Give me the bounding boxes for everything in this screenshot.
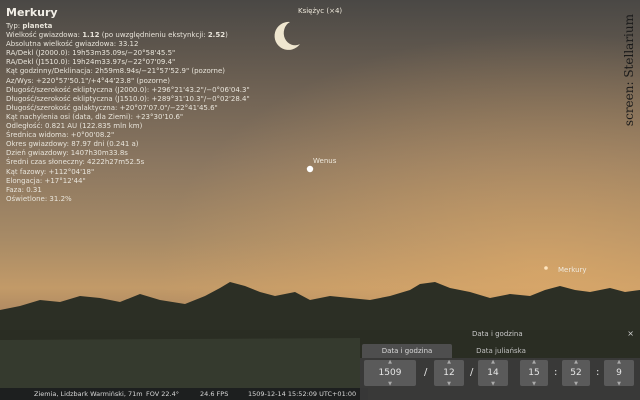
day-spinbox[interactable]: ▲ 14 ▼ — [478, 359, 508, 387]
year-spinbox[interactable]: ▲ 1509 ▼ — [364, 359, 416, 387]
date-separator-2: / — [470, 367, 474, 378]
close-icon[interactable]: × — [627, 329, 634, 338]
venus-star — [306, 165, 314, 173]
dialog-title: Data i godzina — [472, 330, 523, 338]
venus-label[interactable]: Wenus — [313, 157, 336, 165]
hour-value: 15 — [528, 368, 540, 378]
day-up-icon[interactable]: ▲ — [478, 359, 508, 365]
info-line: Długość/szerokość galaktyczna: +20°07'07… — [6, 103, 218, 112]
object-name: Merkury — [6, 6, 58, 19]
info-line: Długość/szerokość ekliptyczna (J1510.0):… — [6, 94, 250, 103]
day-value: 14 — [487, 368, 499, 378]
datetime-fields: ▲ 1509 ▼ / ▲ 12 ▼ / ▲ 14 ▼ ▲ 15 ▼ : ▲ 52… — [360, 358, 640, 400]
day-down-icon[interactable]: ▼ — [478, 381, 508, 387]
minute-spinbox[interactable]: ▲ 52 ▼ — [562, 359, 590, 387]
hour-spinbox[interactable]: ▲ 15 ▼ — [520, 359, 548, 387]
info-line: Oświetlone: 31.2% — [6, 194, 72, 203]
status-bar: Ziemia, Lidzbark Warmiński, 71m FOV 22.4… — [0, 388, 368, 400]
info-line: Średnica widoma: +0°00'08.2" — [6, 131, 115, 140]
tab-datetime[interactable]: Data i godzina — [362, 344, 452, 358]
type-label: Typ: — [6, 22, 21, 30]
month-value: 12 — [443, 368, 455, 378]
info-line: Okres gwiazdowy: 87.97 dni (0.241 a) — [6, 140, 139, 149]
minute-up-icon[interactable]: ▲ — [562, 359, 590, 365]
year-up-icon[interactable]: ▲ — [364, 359, 416, 365]
year-down-icon[interactable]: ▼ — [364, 381, 416, 387]
month-spinbox[interactable]: ▲ 12 ▼ — [434, 359, 464, 387]
datetime-dialog: Data i godzina × Data i godzina Data jul… — [360, 326, 640, 400]
year-value: 1509 — [378, 368, 402, 378]
month-down-icon[interactable]: ▼ — [434, 381, 464, 387]
hour-down-icon[interactable]: ▼ — [520, 381, 548, 387]
hour-up-icon[interactable]: ▲ — [520, 359, 548, 365]
status-datetime[interactable]: 1509-12-14 15:52:09 UTC+01:00 — [248, 388, 356, 400]
minute-down-icon[interactable]: ▼ — [562, 381, 590, 387]
second-down-icon[interactable]: ▼ — [604, 381, 634, 387]
minute-value: 52 — [570, 368, 582, 378]
magnitude-value: 1.12 — [82, 31, 100, 40]
time-separator-2: : — [596, 367, 600, 378]
object-type-line: Typ: planeta — [6, 22, 250, 31]
second-spinbox[interactable]: ▲ 9 ▼ — [604, 359, 634, 387]
info-line: Kąt godzinny/Deklinacja: 2h59m8.94s/−21°… — [6, 67, 226, 76]
mercury-star — [544, 266, 548, 270]
type-value: planeta — [22, 22, 53, 30]
magnitude-ext-value: 2.52 — [207, 31, 226, 40]
time-separator-1: : — [554, 367, 558, 378]
magnitude-label: Wielkość gwiazdowa: — [6, 31, 80, 40]
object-info-panel: Merkury Typ: planeta Wielkość gwiazdowa:… — [6, 6, 250, 204]
info-line: RA/Dekl (J2000.0): 19h53m35.09s/−20°58'4… — [6, 49, 176, 58]
info-line: Długość/szerokość ekliptyczna (J2000.0):… — [6, 85, 250, 94]
magnitude-ext-close: ) — [225, 31, 228, 40]
magnitude-line: Wielkość gwiazdowa: 1.12 (po uwzględnien… — [6, 31, 250, 40]
date-separator-1: / — [424, 367, 428, 378]
info-line: Absolutna wielkość gwiazdowa: 33.12 — [6, 40, 139, 49]
second-up-icon[interactable]: ▲ — [604, 359, 634, 365]
info-line: Az/Wys: +220°57'50.1"/+4°44'23.8" (pozor… — [6, 76, 171, 85]
month-up-icon[interactable]: ▲ — [434, 359, 464, 365]
mercury-label[interactable]: Merkury — [558, 266, 587, 274]
status-fov: FOV 22.4° — [146, 390, 179, 398]
info-line: Elongacja: +17°12'44" — [6, 176, 86, 185]
second-value: 9 — [616, 368, 622, 378]
status-fps: 24.6 FPS — [200, 390, 229, 398]
info-line: Średni czas słoneczny: 4222h27m52.5s — [6, 158, 145, 167]
moon-label[interactable]: Księżyc (×4) — [298, 7, 342, 15]
info-line: Kąt fazowy: +112°04'18" — [6, 167, 95, 176]
tab-julian-date[interactable]: Data juliańska — [456, 344, 546, 358]
magnitude-ext-label: (po uwzględnieniu ekstynkcji: — [101, 31, 206, 40]
info-line: RA/Dekl (J1510.0): 19h24m33.97s/−22°07'0… — [6, 58, 176, 67]
info-line: Kąt nachylenia osi (data, dla Ziemi): +2… — [6, 112, 184, 121]
status-location[interactable]: Ziemia, Lidzbark Warmiński, 71m — [34, 388, 143, 400]
info-line: Odległość: 0.821 AU (122.835 mln km) — [6, 122, 143, 131]
watermark-text: screen: Stellarium — [622, 14, 636, 127]
info-line: Faza: 0.31 — [6, 185, 42, 194]
